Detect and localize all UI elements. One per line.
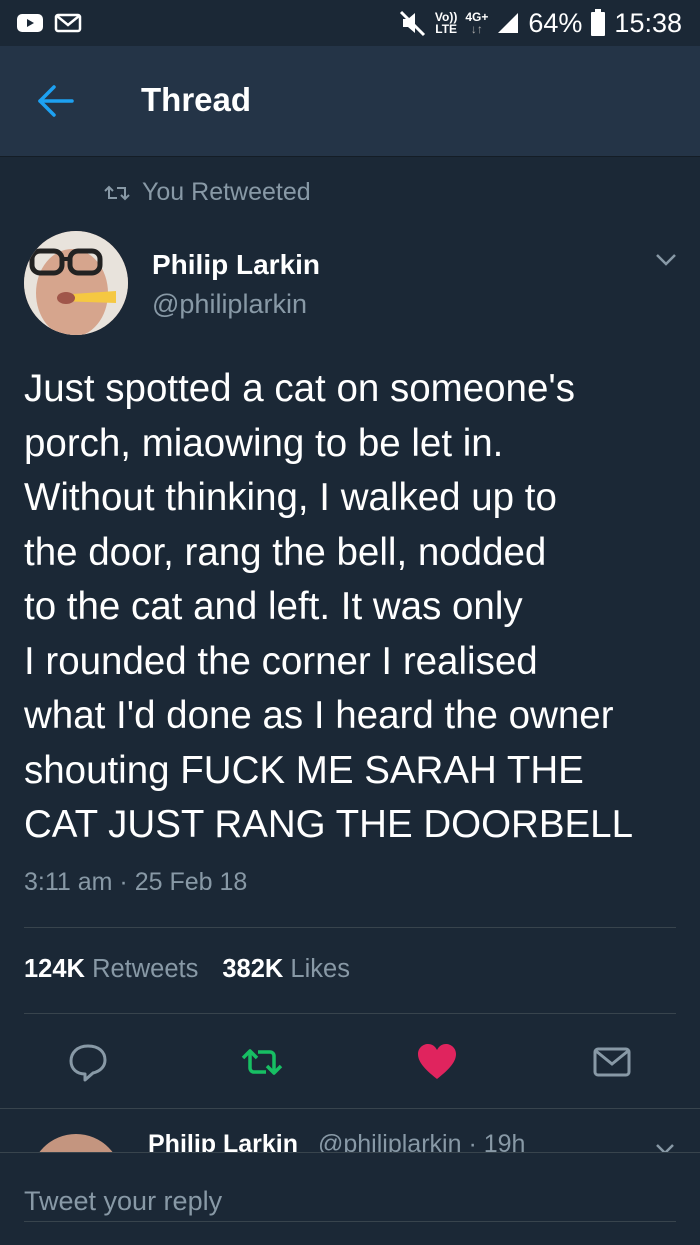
- back-arrow-icon[interactable]: [34, 81, 76, 121]
- like-heart-icon[interactable]: [415, 1040, 459, 1084]
- like-count: 382K: [222, 955, 284, 983]
- tweet-stats: 124K Retweets 382K Likes: [24, 955, 350, 984]
- battery-icon: [591, 9, 606, 36]
- thread-separator: [0, 1108, 700, 1109]
- avatar-portrait: [24, 231, 128, 335]
- retweet-icon[interactable]: [240, 1040, 284, 1084]
- clock: 15:38: [614, 7, 682, 38]
- data-indicator: 4G+ ↓↑: [465, 11, 488, 35]
- retweet-count: 124K: [24, 955, 85, 983]
- retweet-context: You Retweeted: [104, 178, 311, 207]
- tweet-text-line: CAT JUST RANG THE DOORBELL: [24, 803, 634, 846]
- mute-icon: [399, 10, 425, 37]
- tweet-timestamp: 3:11 am · 25 Feb 18: [24, 868, 248, 896]
- retweet-context-label: You Retweeted: [142, 178, 311, 206]
- likes-stat[interactable]: 382K Likes: [222, 955, 350, 984]
- reply-bar: [0, 1152, 700, 1245]
- author-handle[interactable]: @philiplarkin: [152, 289, 307, 320]
- volte-indicator: Vo)) LTE: [435, 11, 457, 35]
- tweet-text: Just spotted a cat on someone's porch, m…: [24, 362, 684, 853]
- tweet-text-line: shouting FUCK ME SARAH THE: [24, 748, 584, 792]
- retweets-stat[interactable]: 124K Retweets: [24, 955, 198, 984]
- lte-label: LTE: [435, 22, 458, 36]
- youtube-notification-icon: [17, 14, 43, 32]
- status-bar: Vo)) LTE 4G+ ↓↑ 64% 15:38: [0, 0, 700, 46]
- reply-input[interactable]: [24, 1181, 676, 1222]
- top-bar: Thread: [0, 46, 700, 157]
- battery-percent: 64%: [528, 7, 583, 38]
- share-mail-icon[interactable]: [590, 1040, 634, 1084]
- author-name[interactable]: Philip Larkin: [152, 249, 320, 281]
- chevron-down-icon[interactable]: [654, 252, 678, 268]
- data-arrows: ↓↑: [470, 22, 483, 36]
- tweet-text-line: to the cat and left. It was only: [24, 585, 523, 628]
- divider: [24, 927, 676, 928]
- tweet-text-line: the door, rang the bell, nodded: [24, 530, 547, 574]
- tweet-text-line: what I'd done as I heard the owner: [24, 694, 614, 737]
- like-word: Likes: [290, 955, 350, 983]
- divider: [24, 1013, 676, 1014]
- tweet-text-line: porch, miaowing to be let in.: [24, 421, 504, 465]
- author-avatar[interactable]: [24, 231, 128, 335]
- retweet-small-icon: [104, 185, 130, 200]
- page-title: Thread: [141, 81, 252, 118]
- tweet-text-line: Without thinking, I walked up to: [24, 476, 557, 519]
- tweet-text-line: I rounded the corner I realised: [24, 639, 538, 683]
- retweet-word: Retweets: [92, 955, 199, 983]
- signal-icon: [498, 13, 519, 33]
- gmail-notification-icon: [54, 13, 82, 33]
- tweet-text-line: Just spotted a cat on someone's: [24, 367, 575, 410]
- reply-icon[interactable]: [66, 1040, 110, 1084]
